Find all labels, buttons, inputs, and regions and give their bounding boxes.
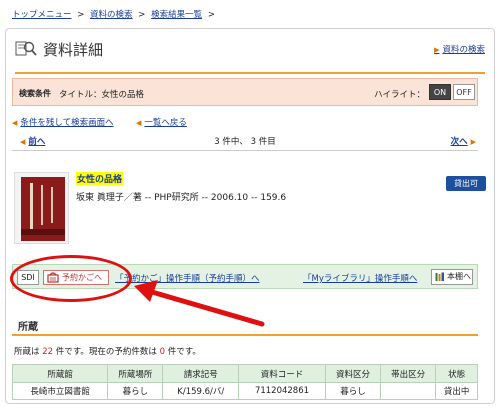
- title-row: 資料詳細 ▶ 資料の検索: [15, 38, 485, 60]
- title-divider: [15, 72, 485, 74]
- bookshelf-label: 本棚へ: [447, 272, 471, 281]
- conditions-label: 検索条件: [19, 89, 51, 98]
- triangle-left-icon: ◀: [136, 119, 142, 127]
- next-link[interactable]: 次へ ▶: [451, 135, 476, 147]
- highlight-on-button[interactable]: ON: [429, 84, 451, 100]
- cell-location: 暮らし: [107, 382, 164, 400]
- col-library: 所蔵館: [11, 364, 109, 383]
- cover-stripe: [41, 185, 43, 225]
- cover-stripe: [51, 187, 53, 223]
- next-label: 次へ: [450, 137, 468, 147]
- breadcrumb-separator: >: [77, 10, 85, 20]
- cart-help-link[interactable]: 「予約かご」操作手順（予約手順）へ: [115, 272, 260, 284]
- book-cover-image[interactable]: [14, 172, 69, 244]
- holdings-prefix: 所蔵は: [14, 347, 40, 357]
- add-to-cart-button[interactable]: 予約かごへ: [43, 270, 109, 285]
- keep-conditions-label: 条件を残して検索画面へ: [20, 118, 114, 128]
- cell-call-number: K/159.6/バ/: [162, 382, 240, 400]
- holdings-title: 所蔵: [18, 322, 38, 333]
- triangle-right-icon: ▶: [470, 138, 476, 146]
- col-status: 状態: [435, 364, 478, 383]
- cell-loan-type: [380, 382, 437, 400]
- back-to-list-label: 一覧へ戻る: [144, 118, 187, 128]
- status-badge: 貸出可: [446, 176, 486, 191]
- reservation-count: 0: [159, 347, 166, 357]
- bookshelf-icon: [435, 272, 444, 281]
- cart-icon: [47, 272, 59, 283]
- cell-item-type: 暮らし: [324, 382, 382, 400]
- page-info: 3 件中、 3 件目: [214, 137, 276, 147]
- cell-library: 長崎市立図書館: [11, 382, 109, 400]
- document-search-icon: [15, 41, 37, 56]
- holdings-divider: [12, 334, 478, 336]
- col-item-type: 資料区分: [324, 364, 382, 383]
- cell-item-code: 7112042861: [238, 382, 326, 400]
- mylibrary-help-link[interactable]: 「Myライブラリ」操作手順へ: [303, 272, 417, 284]
- table-row: 長崎市立図書館 暮らし K/159.6/バ/ 7112042861 暮らし 貸出…: [11, 382, 478, 400]
- book-cover-art: [21, 177, 65, 241]
- search-conditions: 検索条件 タイトル：女性の品格 ハイライト： ON OFF: [12, 78, 478, 106]
- breadcrumb-top-menu[interactable]: トップメニュー: [12, 10, 72, 20]
- holdings-table: 所蔵館 所蔵場所 請求記号 資料コード 資料区分 帯出区分 状態 長崎市立図書館…: [11, 364, 478, 400]
- triangle-right-icon: ▶: [434, 46, 440, 54]
- breadcrumb: トップメニュー > 資料の検索 > 検索結果一覧 >: [12, 8, 218, 20]
- highlight-off-button[interactable]: OFF: [453, 84, 475, 100]
- cover-band: [21, 229, 65, 235]
- sdi-button[interactable]: SDI: [17, 270, 39, 285]
- bookshelf-button[interactable]: 本棚へ: [431, 269, 473, 285]
- triangle-left-icon: ◀: [12, 119, 18, 127]
- holdings-mid: 件です。現在の予約件数は: [55, 347, 157, 357]
- keep-conditions-link[interactable]: ◀ 条件を残して検索画面へ: [12, 116, 114, 128]
- col-loan-type: 帯出区分: [380, 364, 437, 383]
- holdings-summary: 所蔵は 22 件です。現在の予約件数は 0 件です。: [14, 345, 201, 357]
- cell-status: 貸出中: [435, 382, 478, 400]
- breadcrumb-separator: >: [138, 10, 146, 20]
- divider: [12, 150, 478, 151]
- search-link-label: 資料の検索: [442, 45, 485, 55]
- back-to-list-link[interactable]: ◀ 一覧へ戻る: [136, 116, 187, 128]
- action-bar: SDI 予約かごへ 「予約かご」操作手順（予約手順）へ 「Myライブラリ」操作手…: [12, 264, 478, 289]
- breadcrumb-search[interactable]: 資料の検索: [90, 10, 133, 20]
- pagination: ◀ 前へ 3 件中、 3 件目 次へ ▶: [12, 133, 478, 149]
- holdings-suffix: 件です。: [167, 347, 201, 357]
- book-title[interactable]: 女性の品格: [76, 172, 124, 185]
- col-location: 所蔵場所: [107, 364, 164, 383]
- highlight-label: ハイライト：: [374, 90, 425, 100]
- table-header-row: 所蔵館 所蔵場所 請求記号 資料コード 資料区分 帯出区分 状態: [11, 364, 478, 383]
- col-item-code: 資料コード: [238, 364, 326, 383]
- breadcrumb-separator: >: [207, 10, 215, 20]
- add-to-cart-label: 予約かごへ: [62, 273, 102, 282]
- breadcrumb-results[interactable]: 検索結果一覧: [151, 10, 202, 20]
- conditions-text: タイトル：女性の品格: [59, 90, 145, 100]
- holdings-count: 22: [42, 347, 54, 357]
- cover-stripe: [30, 183, 33, 233]
- book-meta: 坂東 眞理子／著 -- PHP研究所 -- 2006.10 -- 159.6: [76, 193, 287, 203]
- page-title: 資料詳細: [43, 41, 104, 59]
- search-link[interactable]: ▶ 資料の検索: [434, 43, 485, 55]
- col-call-number: 請求記号: [162, 364, 240, 383]
